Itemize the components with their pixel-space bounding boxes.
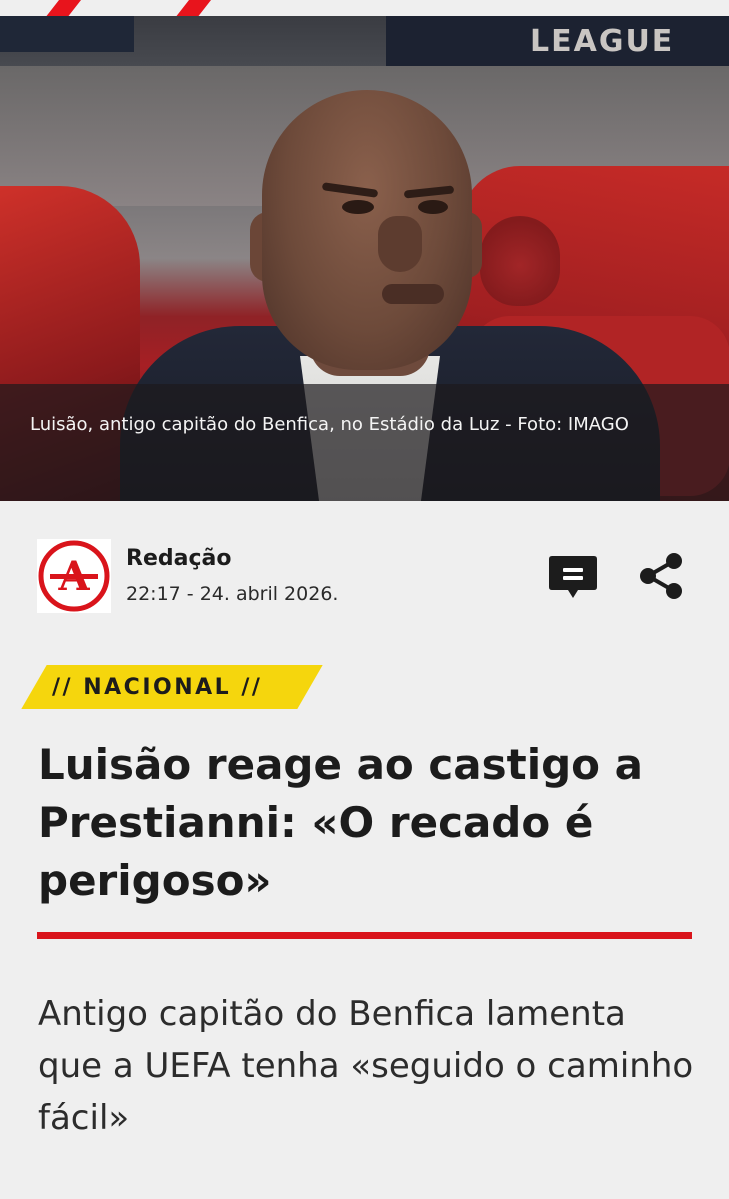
hero-photo[interactable]: LEAGUE Luisão, antigo capitão do Benfica… [0, 16, 729, 501]
comments-button[interactable] [546, 552, 600, 604]
author-avatar[interactable]: A [37, 539, 111, 613]
author-name[interactable]: Redação [126, 546, 231, 571]
photo-caption-overlay [0, 384, 729, 501]
share-icon [640, 553, 682, 599]
person-head [262, 90, 472, 370]
background-league-text: LEAGUE [530, 24, 675, 59]
benfica-crest-on-seat [480, 216, 560, 306]
red-slash-decoration [40, 0, 86, 16]
category-tag[interactable]: // NACIONAL // [52, 675, 262, 700]
headline-divider [37, 932, 692, 939]
a-bola-logo-icon: A [38, 540, 110, 612]
article-page: LEAGUE Luisão, antigo capitão do Benfica… [0, 0, 729, 1199]
article-lead: Antigo capitão do Benfica lamenta que a … [38, 994, 694, 1138]
publish-datetime: 22:17 - 24. abril 2026. [126, 583, 339, 605]
comment-icon [549, 556, 597, 598]
top-brand-strip [0, 0, 729, 16]
article-headline: Luisão reage ao castigo a Prestianni: «O… [38, 740, 644, 905]
red-slash-decoration [170, 0, 216, 16]
photo-caption: Luisão, antigo capitão do Benfica, no Es… [30, 414, 629, 435]
share-button[interactable] [636, 550, 686, 602]
